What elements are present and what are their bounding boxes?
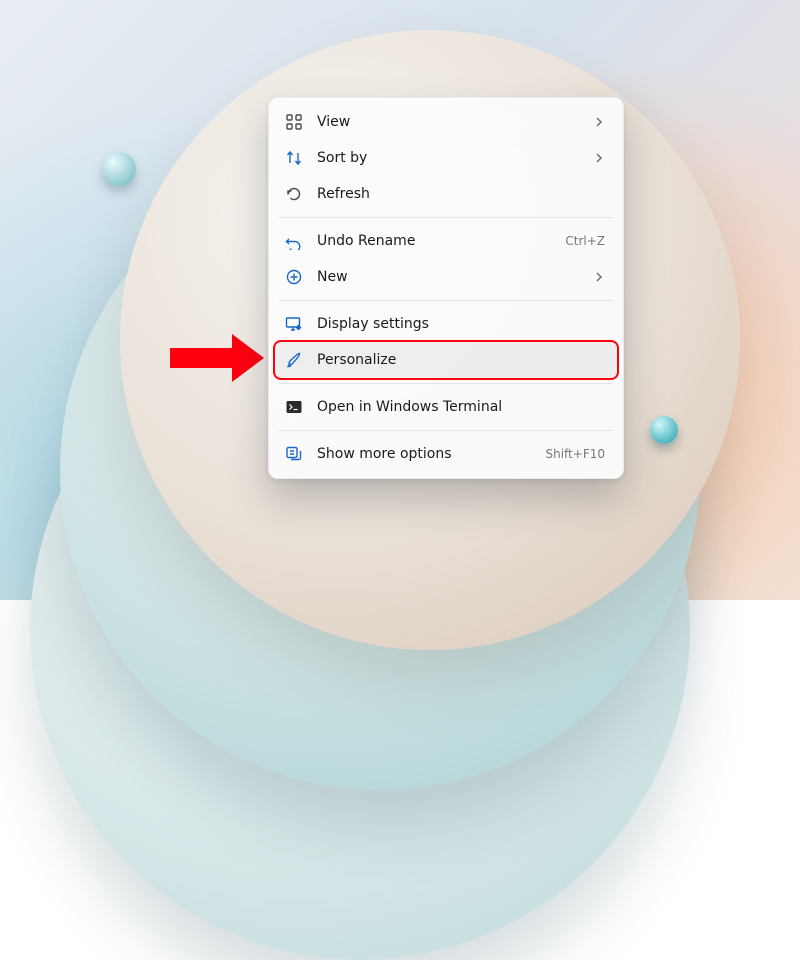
annotation-arrow [170, 334, 264, 382]
more-options-icon [285, 445, 303, 463]
menu-item-shortcut: Shift+F10 [545, 447, 605, 461]
menu-item-label: New [317, 269, 579, 285]
menu-separator [279, 430, 613, 431]
menu-item-sort-by[interactable]: Sort by [275, 140, 617, 176]
display-settings-icon [285, 315, 303, 333]
menu-item-open-terminal[interactable]: Open in Windows Terminal [275, 389, 617, 425]
desktop-context-menu: View Sort by Refresh Undo Rename Ctrl+Z … [268, 97, 624, 479]
menu-item-label: Personalize [317, 352, 605, 368]
wallpaper-shape [102, 152, 136, 186]
menu-item-shortcut: Ctrl+Z [565, 234, 605, 248]
sort-icon [285, 149, 303, 167]
menu-item-label: Refresh [317, 186, 605, 202]
menu-item-label: Display settings [317, 316, 605, 332]
menu-separator [279, 300, 613, 301]
menu-item-new[interactable]: New [275, 259, 617, 295]
grid-icon [285, 113, 303, 131]
terminal-icon [285, 398, 303, 416]
menu-item-label: Open in Windows Terminal [317, 399, 605, 415]
refresh-icon [285, 185, 303, 203]
menu-item-show-more-options[interactable]: Show more options Shift+F10 [275, 436, 617, 472]
menu-item-display-settings[interactable]: Display settings [275, 306, 617, 342]
menu-separator [279, 383, 613, 384]
menu-item-view[interactable]: View [275, 104, 617, 140]
menu-item-label: View [317, 114, 579, 130]
wallpaper-shape [650, 416, 678, 444]
plus-circle-icon [285, 268, 303, 286]
menu-separator [279, 217, 613, 218]
menu-item-refresh[interactable]: Refresh [275, 176, 617, 212]
menu-item-label: Show more options [317, 446, 531, 462]
menu-item-label: Sort by [317, 150, 579, 166]
chevron-right-icon [593, 271, 605, 283]
brush-icon [285, 351, 303, 369]
undo-icon [285, 232, 303, 250]
chevron-right-icon [593, 116, 605, 128]
chevron-right-icon [593, 152, 605, 164]
menu-item-undo-rename[interactable]: Undo Rename Ctrl+Z [275, 223, 617, 259]
menu-item-personalize[interactable]: Personalize [275, 342, 617, 378]
menu-item-label: Undo Rename [317, 233, 551, 249]
